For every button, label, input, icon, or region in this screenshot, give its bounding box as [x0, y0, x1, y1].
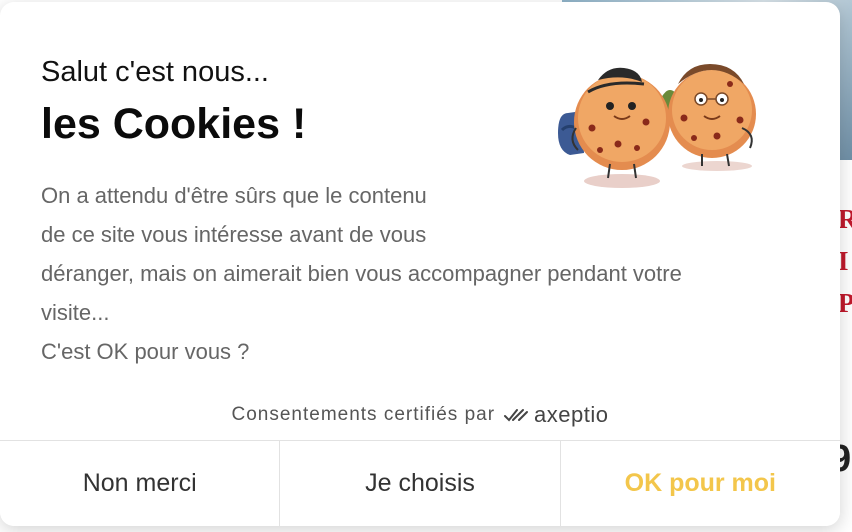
- cookie-consent-modal: Salut c'est nous... les Cookies ! On a a…: [0, 2, 840, 526]
- body-line: visite...: [41, 300, 110, 325]
- background-letter: I: [838, 246, 849, 276]
- modal-subtitle: Salut c'est nous...: [41, 56, 269, 88]
- axeptio-check-icon: [504, 409, 529, 422]
- body-line: déranger, mais on aimerait bien vous acc…: [41, 261, 682, 286]
- background-letter: P: [838, 288, 852, 318]
- modal-body-text: On a attendu d'être sûrs que le contenu …: [41, 176, 811, 371]
- consent-button-bar: Non merci Je choisis OK pour moi: [0, 440, 840, 526]
- choose-settings-button[interactable]: Je choisis: [280, 441, 561, 526]
- axeptio-logo[interactable]: axeptio: [503, 402, 608, 428]
- certified-text: Consentements certifiés par: [231, 404, 496, 425]
- certification-notice: Consentements certifiés par axeptio: [0, 402, 840, 428]
- background-headline: R I P: [838, 198, 852, 324]
- accept-button[interactable]: OK pour moi: [560, 441, 840, 526]
- body-line: On a attendu d'être sûrs que le contenu: [41, 183, 427, 208]
- body-line: C'est OK pour vous ?: [41, 339, 250, 364]
- body-line: de ce site vous intéresse avant de vous: [41, 222, 427, 247]
- cookie-characters-icon: [558, 64, 756, 188]
- background-letter: R: [838, 204, 852, 234]
- modal-title: les Cookies !: [41, 100, 307, 148]
- axeptio-brand-name: axeptio: [534, 402, 609, 427]
- decline-button[interactable]: Non merci: [0, 441, 281, 526]
